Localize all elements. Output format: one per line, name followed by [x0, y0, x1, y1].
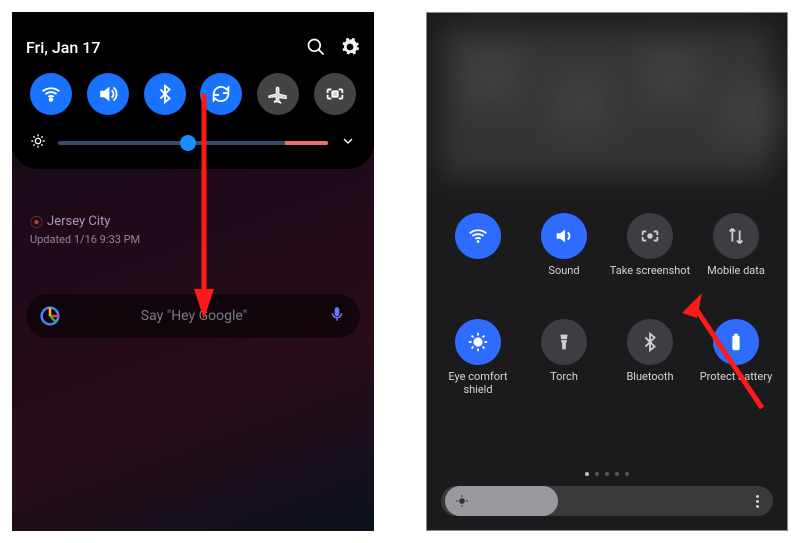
blurred-media-panel	[441, 27, 773, 177]
brightness-slider[interactable]	[441, 486, 773, 516]
qs-tile-protect-battery[interactable]: Protect battery	[693, 319, 779, 397]
brightness-icon	[455, 494, 469, 508]
brightness-slider-row	[26, 133, 360, 153]
qs-label: Sound	[548, 265, 579, 291]
right-screenshot: Sound Take screenshot Mobile data Eye co…	[426, 12, 788, 531]
qs-tile-autorotate[interactable]	[200, 73, 242, 115]
mic-icon[interactable]	[328, 305, 346, 327]
weather-location: Jersey City	[47, 214, 110, 229]
eye-comfort-icon	[455, 319, 501, 365]
sound-icon	[541, 213, 587, 259]
screenshot-icon	[627, 213, 673, 259]
wifi-icon	[455, 213, 501, 259]
mobile-data-icon	[713, 213, 759, 259]
qs-tile-sound[interactable]	[87, 73, 129, 115]
more-menu-icon[interactable]	[756, 495, 759, 508]
brightness-thumb[interactable]	[180, 135, 196, 151]
qs-label: Mobile data	[707, 265, 765, 291]
battery-icon	[713, 319, 759, 365]
qs-tile-bluetooth[interactable]: Bluetooth	[607, 319, 693, 397]
bluetooth-icon	[627, 319, 673, 365]
google-logo-icon	[40, 306, 60, 326]
qs-label: Eye comfort shield	[435, 371, 521, 397]
qs-tile-mobile-data[interactable]: Mobile data	[693, 213, 779, 291]
page-indicator[interactable]	[427, 472, 787, 476]
qs-tile-wifi[interactable]	[435, 213, 521, 291]
google-search-bar[interactable]: Say "Hey Google"	[26, 294, 360, 338]
qs-tile-screen-record[interactable]	[314, 73, 356, 115]
qs-tile-bluetooth[interactable]	[144, 73, 186, 115]
quick-settings-tiles	[26, 73, 360, 115]
brightness-low-icon	[30, 133, 46, 153]
qs-label: Torch	[550, 371, 578, 397]
weather-updated-text: Updated 1/16 9:33 PM	[30, 233, 356, 246]
qs-label: Take screenshot	[610, 265, 690, 291]
gear-icon[interactable]	[340, 37, 360, 57]
google-search-placeholder: Say "Hey Google"	[70, 308, 318, 324]
qs-tile-eye-comfort[interactable]: Eye comfort shield	[435, 319, 521, 397]
chevron-down-icon[interactable]	[340, 133, 356, 153]
qs-date[interactable]: Fri, Jan 17	[26, 38, 100, 57]
quick-settings-panel[interactable]: Fri, Jan 17	[12, 12, 374, 169]
qs-tile-torch[interactable]: Torch	[521, 319, 607, 397]
qs-tile-airplane[interactable]	[257, 73, 299, 115]
left-screenshot: ⦿ Jersey City Updated 1/16 9:33 PM Say "…	[12, 12, 374, 531]
brightness-fill	[445, 486, 558, 516]
weather-widget[interactable]: ⦿ Jersey City Updated 1/16 9:33 PM	[30, 212, 356, 246]
brightness-slider[interactable]	[58, 141, 328, 145]
qs-tile-sound[interactable]: Sound	[521, 213, 607, 291]
torch-icon	[541, 319, 587, 365]
qs-label: Bluetooth	[626, 371, 673, 397]
quick-settings-grid: Sound Take screenshot Mobile data Eye co…	[427, 213, 787, 397]
search-icon[interactable]	[306, 37, 326, 57]
qs-tile-wifi[interactable]	[30, 73, 72, 115]
qs-label: Protect battery	[700, 371, 773, 397]
qs-tile-take-screenshot[interactable]: Take screenshot	[607, 213, 693, 291]
location-pin-icon: ⦿	[30, 212, 43, 231]
